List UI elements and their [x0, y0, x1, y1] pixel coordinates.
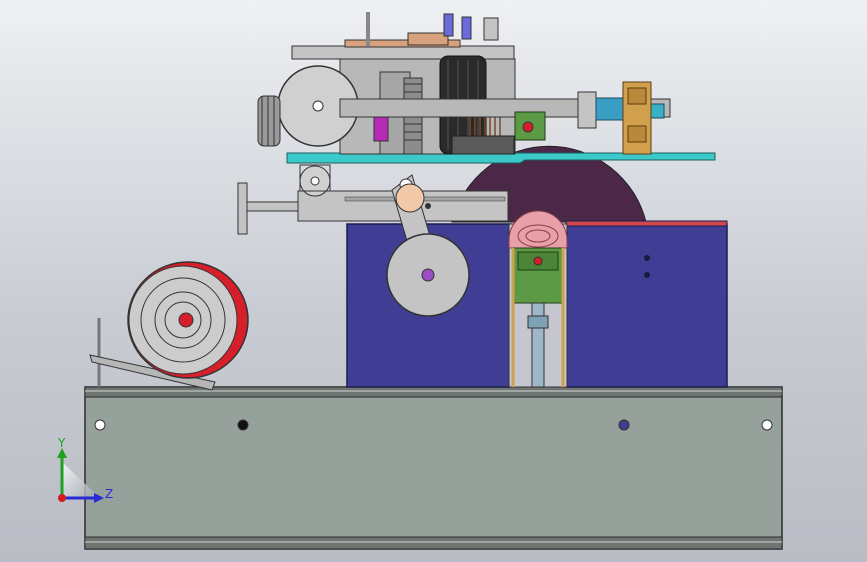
center-slider-assembly[interactable] — [508, 210, 568, 388]
z-axis-label: Z — [105, 487, 113, 501]
rail-hole — [94, 419, 106, 431]
coordinate-triad: Y Z — [57, 438, 113, 503]
x-axis-dot — [58, 494, 66, 502]
rail-hole — [237, 419, 249, 431]
base-rail[interactable] — [84, 386, 783, 550]
red-spool[interactable] — [89, 261, 249, 391]
rail-hole — [618, 419, 630, 431]
top-drive-assembly[interactable] — [257, 12, 716, 164]
y-axis-label: Y — [57, 438, 66, 450]
graphics-viewport[interactable]: Y Z — [0, 0, 867, 562]
rail-hole — [761, 419, 773, 431]
machine-assembly-model[interactable] — [0, 0, 867, 562]
